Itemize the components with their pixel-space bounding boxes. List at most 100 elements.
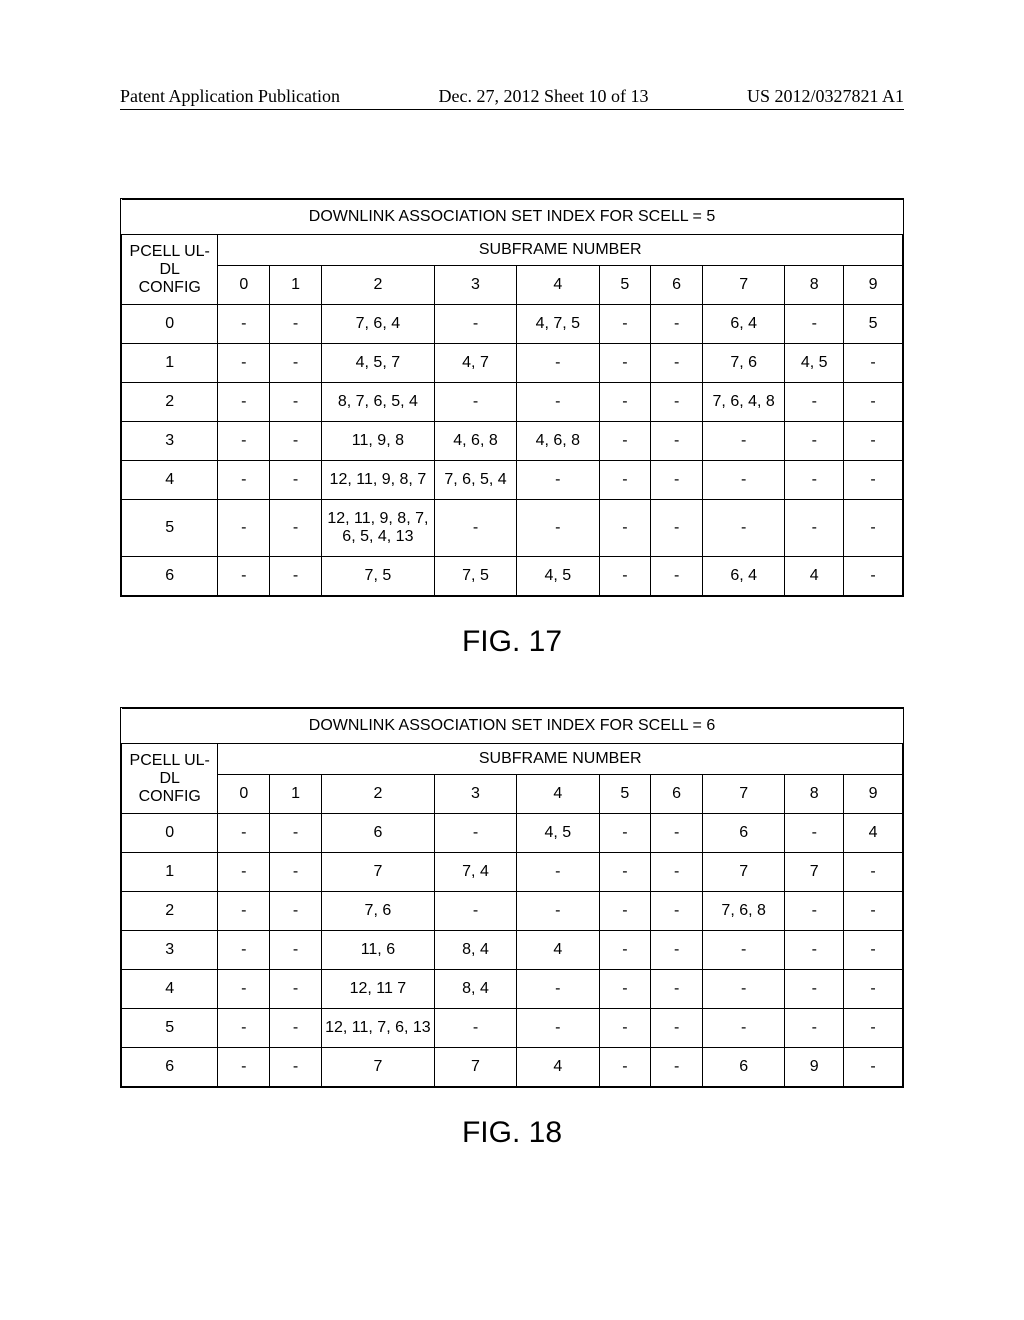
cell: - (218, 892, 270, 931)
cell: 4 (844, 814, 903, 853)
cell: - (844, 344, 903, 383)
cell: - (218, 305, 270, 344)
col-header: 0 (218, 266, 270, 305)
cell: - (270, 461, 322, 500)
cell: - (434, 892, 516, 931)
cell: 8, 7, 6, 5, 4 (321, 383, 434, 422)
cell: - (434, 1009, 516, 1048)
cell: - (599, 422, 651, 461)
table-row: 4 - - 12, 11, 9, 8, 7 7, 6, 5, 4 - - - -… (122, 461, 903, 500)
cell: 7, 6 (321, 892, 434, 931)
table-row: DOWNLINK ASSOCIATION SET INDEX FOR SCELL… (122, 709, 903, 744)
cell: 7 (785, 853, 844, 892)
cfg: 1 (122, 344, 218, 383)
cell: - (651, 557, 703, 596)
cell: 12, 11, 9, 8, 7 (321, 461, 434, 500)
table-row: 0 1 2 3 4 5 6 7 8 9 (122, 266, 903, 305)
cell: - (517, 1009, 599, 1048)
col-header: 7 (703, 266, 785, 305)
cell: - (270, 814, 322, 853)
cell: 12, 11 7 (321, 970, 434, 1009)
cell: 12, 11, 7, 6, 13 (321, 1009, 434, 1048)
cell: 4, 7, 5 (517, 305, 599, 344)
col-header: 4 (517, 775, 599, 814)
table-scell6-table: DOWNLINK ASSOCIATION SET INDEX FOR SCELL… (121, 708, 903, 1087)
cell: - (785, 814, 844, 853)
cfg: 5 (122, 1009, 218, 1048)
cell: 6 (321, 814, 434, 853)
table-row: 4 - - 12, 11 7 8, 4 - - - - - - (122, 970, 903, 1009)
cell: - (844, 500, 903, 557)
cell: - (270, 422, 322, 461)
cell: - (218, 970, 270, 1009)
cfg: 4 (122, 461, 218, 500)
table-row: 6 - - 7, 5 7, 5 4, 5 - - 6, 4 4 - (122, 557, 903, 596)
col-header: 6 (651, 266, 703, 305)
cell: 7 (321, 853, 434, 892)
cell: - (599, 853, 651, 892)
cfg: 1 (122, 853, 218, 892)
cfg: 4 (122, 970, 218, 1009)
page: Patent Application Publication Dec. 27, … (0, 0, 1024, 1320)
cfg: 3 (122, 931, 218, 970)
row-header: PCELL UL-DL CONFIG (122, 744, 218, 814)
col-header: 5 (599, 266, 651, 305)
subframe-header: SUBFRAME NUMBER (218, 744, 903, 775)
cell: 7 (434, 1048, 516, 1087)
cell: - (599, 383, 651, 422)
cell: - (785, 931, 844, 970)
cell: 4, 7 (434, 344, 516, 383)
cell: - (651, 970, 703, 1009)
header-right: US 2012/0327821 A1 (747, 86, 904, 107)
cell: - (844, 970, 903, 1009)
cell: - (270, 305, 322, 344)
figure-label-18: FIG. 18 (120, 1116, 904, 1150)
cell: - (270, 1009, 322, 1048)
cfg: 6 (122, 557, 218, 596)
cell: - (270, 853, 322, 892)
cell: - (703, 931, 785, 970)
cell: - (651, 814, 703, 853)
table-row: 5 - - 12, 11, 9, 8, 7, 6, 5, 4, 13 - - -… (122, 500, 903, 557)
table-scell5-table: DOWNLINK ASSOCIATION SET INDEX FOR SCELL… (121, 199, 903, 596)
cell: 7, 6, 8 (703, 892, 785, 931)
subframe-header: SUBFRAME NUMBER (218, 235, 903, 266)
cell: - (703, 461, 785, 500)
cell: 4, 5, 7 (321, 344, 434, 383)
cell: 4, 5 (517, 557, 599, 596)
cell: - (218, 1009, 270, 1048)
cell: 4, 6, 8 (434, 422, 516, 461)
header-center: Dec. 27, 2012 Sheet 10 of 13 (438, 86, 648, 107)
cell: - (270, 383, 322, 422)
cell: - (844, 461, 903, 500)
cell: - (844, 557, 903, 596)
cell: - (517, 344, 599, 383)
table-row: PCELL UL-DL CONFIG SUBFRAME NUMBER (122, 744, 903, 775)
cell: - (517, 853, 599, 892)
cell: - (434, 383, 516, 422)
cell: - (599, 970, 651, 1009)
table-row: 0 1 2 3 4 5 6 7 8 9 (122, 775, 903, 814)
cell: - (844, 383, 903, 422)
cfg: 0 (122, 814, 218, 853)
cell: - (270, 931, 322, 970)
cell: - (434, 814, 516, 853)
cell: 6, 4 (703, 557, 785, 596)
cell: 6 (703, 1048, 785, 1087)
cell: - (651, 931, 703, 970)
col-header: 5 (599, 775, 651, 814)
page-header: Patent Application Publication Dec. 27, … (120, 0, 904, 110)
cell: - (785, 383, 844, 422)
cell: - (218, 500, 270, 557)
cell: - (844, 892, 903, 931)
cell: - (651, 500, 703, 557)
cell: - (785, 500, 844, 557)
cell: 7, 5 (434, 557, 516, 596)
cell: - (599, 461, 651, 500)
cfg: 5 (122, 500, 218, 557)
cell: - (844, 931, 903, 970)
cell: - (517, 461, 599, 500)
cell: - (651, 892, 703, 931)
table-row: 5 - - 12, 11, 7, 6, 13 - - - - - - - (122, 1009, 903, 1048)
cell: 7, 6 (703, 344, 785, 383)
